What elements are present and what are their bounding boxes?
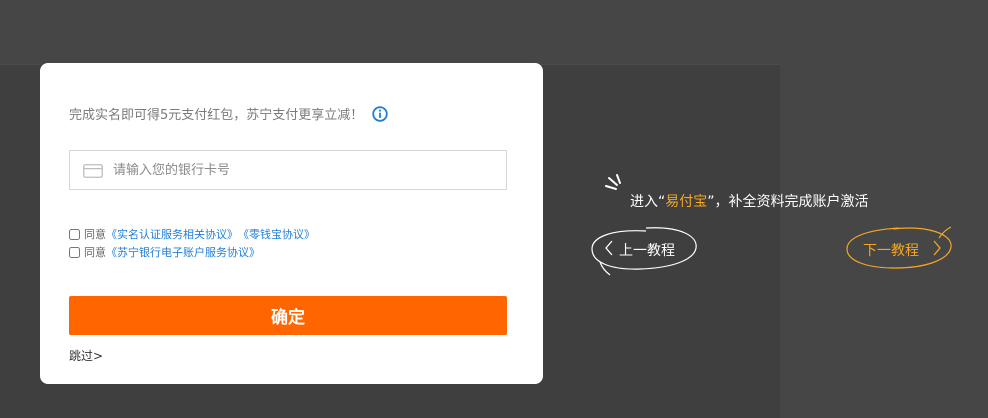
chevron-left-icon <box>605 240 613 256</box>
confirm-button[interactable]: 确定 <box>69 296 507 335</box>
guide-highlight: 易付宝 <box>665 194 708 210</box>
promo-notice-text: 完成实名即可得5元支付红包，苏宁支付更享立减！ <box>69 108 364 123</box>
card-icon <box>83 163 103 178</box>
prev-tutorial-button[interactable]: 上一教程 <box>588 226 700 276</box>
agreement-row-2[interactable]: 同意 《苏宁银行电子账户服务协议》 <box>69 244 260 260</box>
next-tutorial-button[interactable]: 下一教程 <box>843 226 957 274</box>
prev-tutorial-label: 上一教程 <box>619 243 675 259</box>
skip-link[interactable]: 跳过> <box>69 347 103 364</box>
guide-text-after: ”，补全资料完成账户激活 <box>707 194 869 210</box>
guide-text-before: 进入“ <box>630 194 666 210</box>
agreement-row-1[interactable]: 同意 《实名认证服务相关协议》 《零钱宝协议》 <box>69 226 315 242</box>
next-tutorial-label: 下一教程 <box>863 243 919 259</box>
bank-account-agreement-link[interactable]: 《苏宁银行电子账户服务协议》 <box>106 244 260 260</box>
agreement-checkbox-2[interactable] <box>69 246 80 258</box>
lingqianbao-agreement-link[interactable]: 《零钱宝协议》 <box>238 226 315 242</box>
realname-agreement-link[interactable]: 《实名认证服务相关协议》 <box>106 226 238 242</box>
promo-notice: 完成实名即可得5元支付红包，苏宁支付更享立减！ <box>69 104 388 123</box>
agreement-prefix-2: 同意 <box>84 246 106 259</box>
realname-modal: 完成实名即可得5元支付红包，苏宁支付更享立减！ 同意 《实名认证服务相关协议》 … <box>40 63 543 384</box>
sparkle-icon <box>604 174 630 194</box>
agreement-prefix-1: 同意 <box>84 228 106 241</box>
chevron-right-icon <box>933 240 941 256</box>
info-icon[interactable] <box>372 105 388 122</box>
card-number-field[interactable] <box>69 150 507 190</box>
agreement-checkbox-1[interactable] <box>69 228 80 240</box>
guide-instruction: 进入“易付宝”，补全资料完成账户激活 <box>630 191 869 211</box>
card-number-input[interactable] <box>111 154 495 186</box>
